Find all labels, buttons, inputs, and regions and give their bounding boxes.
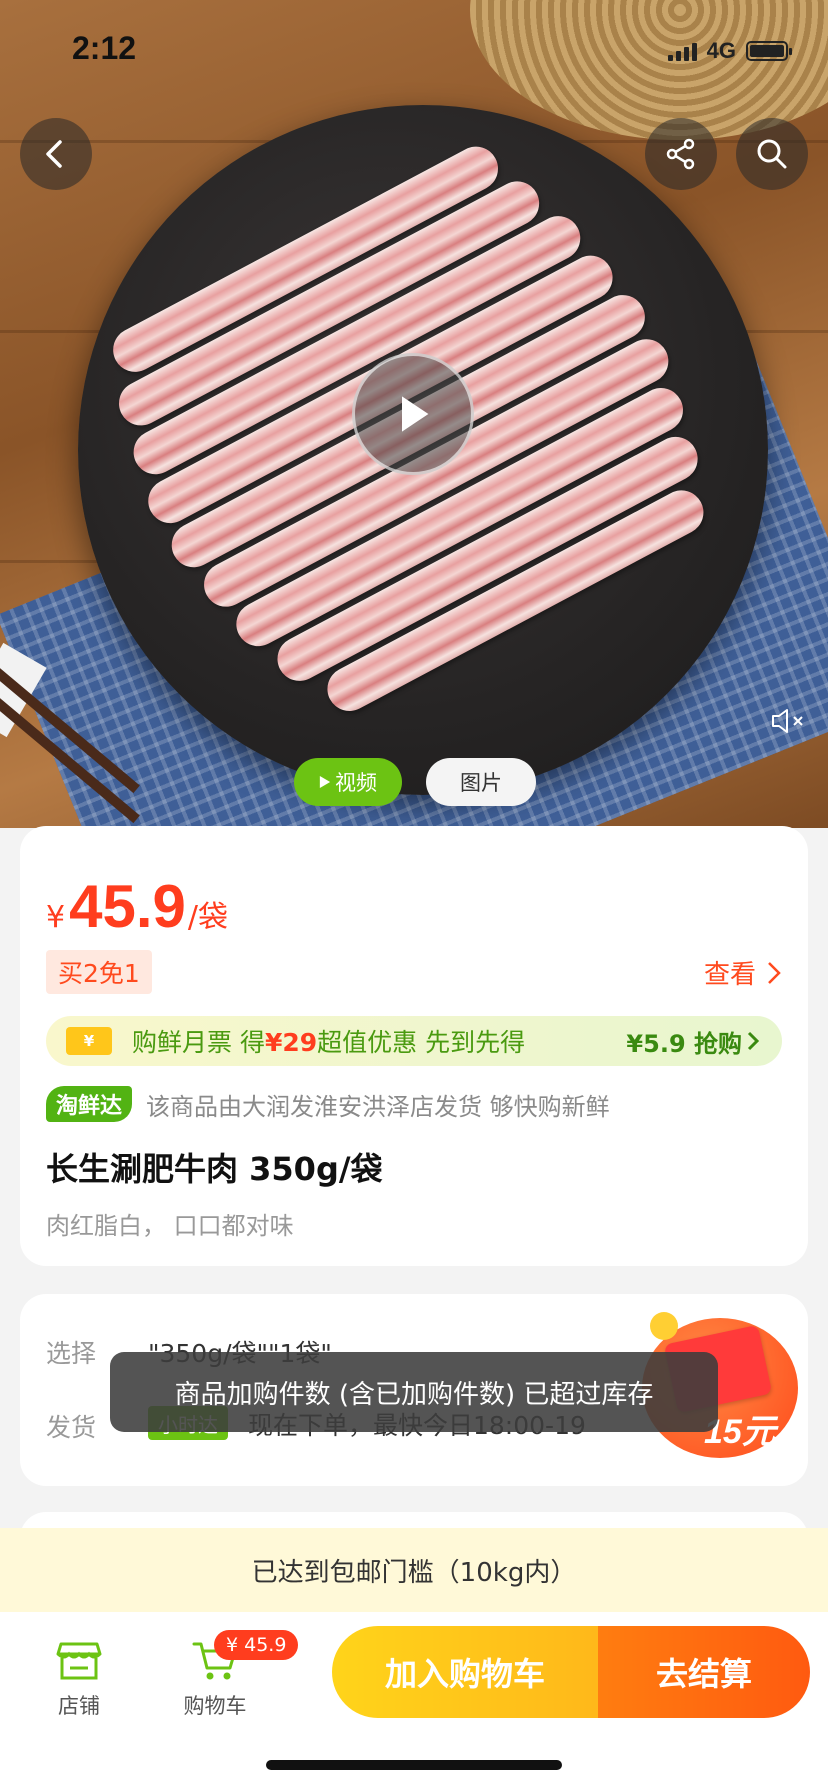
free-shipping-banner: 已达到包邮门槛（10kg内） — [0, 1528, 828, 1612]
chevron-right-icon — [747, 1031, 760, 1051]
see-more-label: 查看 — [703, 960, 756, 990]
back-button[interactable] — [20, 118, 92, 190]
tab-video[interactable]: 视频 — [294, 758, 402, 806]
chevron-left-icon — [46, 140, 62, 168]
network-type: 4G — [706, 38, 736, 63]
shipping-text: 该商品由大润发淮安洪泽店发货 够快购新鲜 — [146, 1092, 610, 1121]
currency-symbol: ¥ — [46, 900, 66, 935]
share-button[interactable] — [645, 118, 717, 190]
coupon-text: 购鲜月票 得¥29超值优惠 先到先得 — [132, 1023, 525, 1059]
store-icon — [56, 1642, 102, 1680]
coupon-amount: ¥29 — [264, 1028, 318, 1057]
tab-video-label: 视频 — [335, 771, 377, 795]
status-time: 2:12 — [72, 30, 137, 66]
search-icon — [757, 139, 787, 169]
home-indicator[interactable] — [266, 1760, 562, 1770]
tab-photo[interactable]: 图片 — [426, 758, 536, 806]
see-more-link[interactable]: 查看 — [704, 954, 782, 991]
coupon-suffix: 超值优惠 先到先得 — [317, 1028, 526, 1057]
coupon-buy-button[interactable]: ¥5.9 抢购 — [626, 1024, 760, 1059]
product-media[interactable]: 2:12 4G 视频 图片 — [0, 0, 828, 828]
play-video-button[interactable] — [352, 353, 474, 475]
select-label: 选择 — [46, 1339, 97, 1368]
add-to-cart-button[interactable]: 加入购物车 — [332, 1626, 598, 1718]
coupon-cta-label: ¥5.9 抢购 — [626, 1029, 742, 1058]
delivery-label: 发货 — [46, 1413, 97, 1442]
toast-message: 商品加购件数 (含已加购件数) 已超过库存 — [110, 1352, 718, 1432]
share-icon — [666, 138, 695, 170]
tab-photo-label: 图片 — [460, 771, 502, 795]
cart-total-badge: ¥ 45.9 — [214, 1630, 299, 1660]
status-bar: 2:12 4G — [0, 0, 828, 90]
product-title: 长生涮肥牛肉 350g/袋 — [46, 1150, 383, 1188]
play-small-icon — [319, 776, 331, 788]
store-button[interactable]: 店铺 — [34, 1640, 124, 1720]
cart-label: 购物车 — [183, 1694, 247, 1718]
coupon-banner[interactable]: ¥ 购鲜月票 得¥29超值优惠 先到先得 ¥5.9 抢购 — [46, 1016, 782, 1066]
chevron-right-icon — [768, 961, 781, 984]
product-subtitle: 肉红脂白， 口口都对味 — [46, 1212, 294, 1240]
play-icon — [402, 396, 429, 432]
product-info-card: ¥ 45.9 /袋 买2免1 查看 ¥ 购鲜月票 得¥29超值优惠 先到先得 ¥… — [20, 826, 808, 1266]
ticket-icon: ¥ — [66, 1027, 112, 1055]
shipping-info: 淘鲜达 该商品由大润发淮安洪泽店发货 够快购新鲜 — [46, 1086, 610, 1122]
price: ¥ 45.9 /袋 — [46, 872, 228, 941]
fresh-badge: 淘鲜达 — [46, 1086, 133, 1122]
checkout-button[interactable]: 去结算 — [598, 1626, 810, 1718]
promo-tag: 买2免1 — [46, 950, 152, 994]
price-unit: /袋 — [187, 900, 228, 935]
price-value: 45.9 — [69, 873, 186, 940]
mute-icon[interactable] — [770, 706, 806, 736]
coin-icon — [650, 1312, 678, 1340]
search-button[interactable] — [736, 118, 808, 190]
coupon-prefix: 购鲜月票 得 — [132, 1028, 265, 1057]
media-tabs: 视频 图片 — [0, 758, 828, 808]
signal-icon — [667, 41, 697, 61]
battery-icon — [746, 41, 792, 61]
store-label: 店铺 — [58, 1694, 100, 1718]
